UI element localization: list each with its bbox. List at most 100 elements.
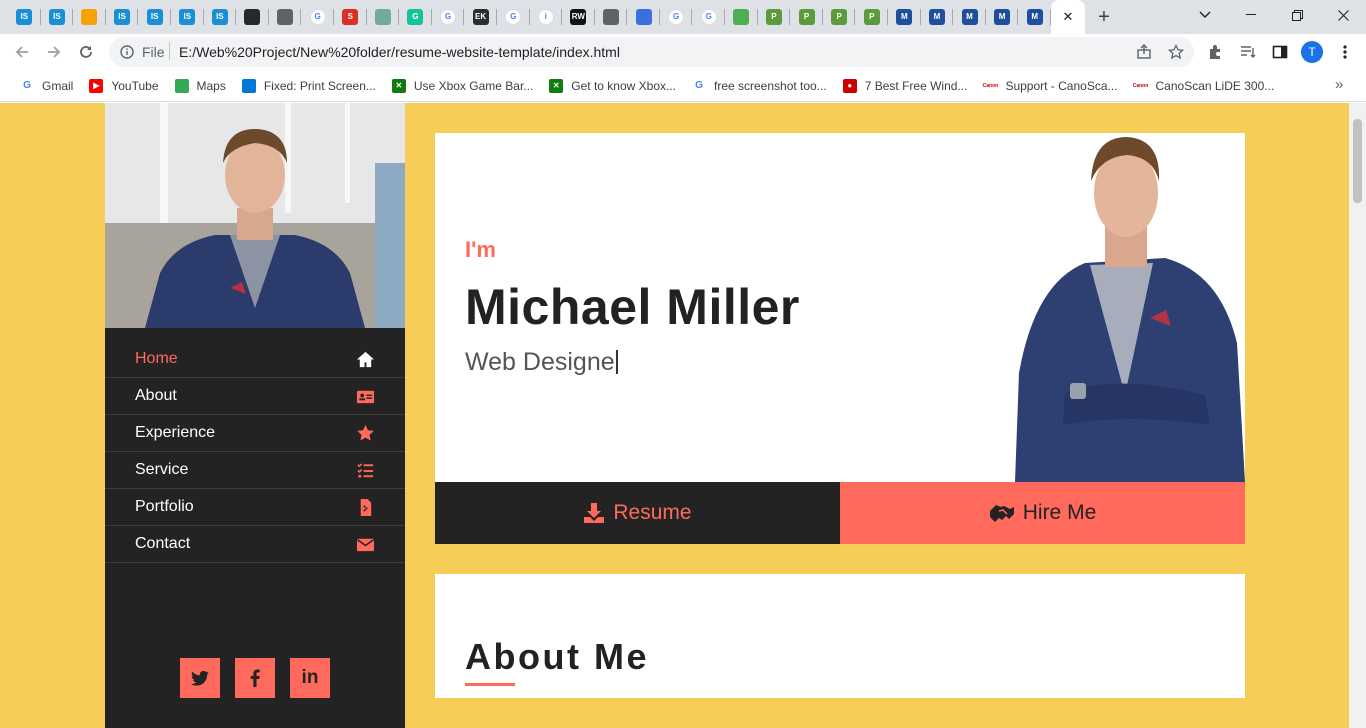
- browser-tab[interactable]: [269, 0, 302, 34]
- twitter-button[interactable]: [180, 658, 220, 698]
- bookmark-label: Maps: [196, 78, 226, 93]
- s-icon: S: [342, 9, 359, 25]
- browser-tab[interactable]: RW: [562, 0, 595, 34]
- bookmark-item[interactable]: ✕ Use Xbox Game Bar...: [384, 72, 541, 100]
- browser-tab[interactable]: [73, 0, 106, 34]
- side-panel-icon[interactable]: [1272, 44, 1288, 60]
- m-icon: M: [928, 9, 945, 25]
- facebook-button[interactable]: [235, 658, 275, 698]
- reload-button[interactable]: [71, 37, 101, 67]
- scrollbar-thumb[interactable]: [1353, 119, 1362, 203]
- browser-tab[interactable]: IS: [138, 0, 171, 34]
- file-scheme-label: File: [142, 44, 165, 60]
- browser-tab[interactable]: M: [986, 0, 1019, 34]
- browser-tab[interactable]: M: [888, 0, 921, 34]
- resume-download-button[interactable]: Resume: [435, 482, 840, 544]
- browser-tab[interactable]: M: [953, 0, 986, 34]
- p-icon: P: [863, 9, 880, 25]
- close-window-button[interactable]: [1320, 0, 1366, 30]
- bookmark-label: Gmail: [42, 78, 74, 93]
- extensions-icon[interactable]: [1207, 44, 1223, 60]
- sidebar-item-service[interactable]: Service: [105, 452, 405, 489]
- bookmark-item[interactable]: Canon CanoScan LiDE 300...: [1126, 72, 1283, 100]
- browser-tab[interactable]: i: [530, 0, 563, 34]
- browser-tab[interactable]: G: [432, 0, 465, 34]
- minimize-button[interactable]: [1228, 0, 1274, 30]
- p-icon: P: [831, 9, 848, 25]
- bookmark-item[interactable]: Fixed: Print Screen...: [234, 72, 384, 100]
- new-tab-button[interactable]: +: [1089, 2, 1119, 32]
- reading-list-icon[interactable]: [1240, 44, 1256, 60]
- forward-button[interactable]: [39, 37, 69, 67]
- browser-tab[interactable]: P: [823, 0, 856, 34]
- browser-tab[interactable]: IS: [204, 0, 237, 34]
- twitter-icon: [191, 670, 209, 686]
- windows-icon: [241, 78, 256, 93]
- maps-icon: [174, 78, 189, 93]
- hero-role-typed: Web Designe: [465, 348, 618, 377]
- bookmark-label: Support - CanoSca...: [1005, 78, 1118, 93]
- active-tab[interactable]: ✕: [1051, 0, 1085, 34]
- canon-icon: Canon: [1133, 78, 1148, 93]
- arrow-right-icon: [48, 46, 61, 58]
- bookmark-label: Fixed: Print Screen...: [263, 78, 376, 93]
- bookmark-item[interactable]: G Gmail: [12, 72, 81, 100]
- browser-tab[interactable]: IS: [8, 0, 41, 34]
- omnibox[interactable]: File E:/Web%20Project/New%20folder/resum…: [109, 37, 1194, 67]
- back-button[interactable]: [7, 37, 37, 67]
- star-icon: [356, 424, 374, 441]
- kebab-menu-icon[interactable]: [1337, 44, 1353, 60]
- browser-tab[interactable]: [367, 0, 400, 34]
- sidebar-item-about[interactable]: About: [105, 378, 405, 415]
- sidebar-item-experience[interactable]: Experience: [105, 415, 405, 452]
- sidebar-item-home[interactable]: Home: [105, 341, 405, 378]
- sidebar-item-contact[interactable]: Contact: [105, 526, 405, 563]
- bookmark-item[interactable]: Maps: [167, 72, 234, 100]
- browser-tab[interactable]: M: [921, 0, 954, 34]
- browser-tab[interactable]: IS: [106, 0, 139, 34]
- page-scrollbar[interactable]: [1349, 103, 1366, 728]
- bookmarks-overflow-icon[interactable]: »: [1335, 76, 1343, 93]
- browser-tab[interactable]: [725, 0, 758, 34]
- browser-tab[interactable]: P: [758, 0, 791, 34]
- m-icon: M: [961, 9, 978, 25]
- about-section-title: About Me: [465, 636, 649, 677]
- browser-tab[interactable]: G: [301, 0, 334, 34]
- browser-tab[interactable]: G: [692, 0, 725, 34]
- browser-tab[interactable]: G: [399, 0, 432, 34]
- google-icon: G: [668, 9, 685, 25]
- browser-tab[interactable]: [627, 0, 660, 34]
- browser-tab[interactable]: P: [855, 0, 888, 34]
- info-icon[interactable]: [120, 45, 134, 59]
- bookmark-star-icon[interactable]: [1168, 44, 1184, 60]
- browser-tab[interactable]: M: [1018, 0, 1051, 34]
- hire-me-button[interactable]: Hire Me: [840, 482, 1245, 544]
- browser-tab[interactable]: S: [334, 0, 367, 34]
- bookmark-item[interactable]: ● 7 Best Free Wind...: [835, 72, 976, 100]
- restore-button[interactable]: [1274, 0, 1320, 30]
- url-text[interactable]: E:/Web%20Project/New%20folder/resume-web…: [179, 44, 620, 60]
- share-icon[interactable]: [1136, 44, 1152, 60]
- browser-tab[interactable]: G: [497, 0, 530, 34]
- browser-tab[interactable]: IS: [171, 0, 204, 34]
- m-icon: M: [994, 9, 1011, 25]
- browser-tab[interactable]: IS: [41, 0, 74, 34]
- nav-icon-wrap: [355, 534, 375, 554]
- bookmark-item[interactable]: Gfree screenshot too...: [684, 72, 835, 100]
- browser-tab[interactable]: G: [660, 0, 693, 34]
- tab-search-button[interactable]: [1182, 0, 1228, 30]
- sidebar-item-label: Portfolio: [135, 498, 194, 515]
- browser-tab[interactable]: P: [790, 0, 823, 34]
- profile-avatar[interactable]: T: [1301, 41, 1323, 63]
- browser-tab[interactable]: [595, 0, 628, 34]
- bookmark-item[interactable]: ▶ YouTube: [81, 72, 166, 100]
- sidebar-item-portfolio[interactable]: Portfolio: [105, 489, 405, 526]
- browser-tab[interactable]: [236, 0, 269, 34]
- bookmark-item[interactable]: Canon Support - CanoSca...: [975, 72, 1125, 100]
- sidebar: Home About Experience Service Portfolio Conta…: [105, 103, 405, 728]
- close-tab-icon[interactable]: ✕: [1063, 9, 1074, 25]
- linkedin-button[interactable]: in: [290, 658, 330, 698]
- browser-tab[interactable]: EK: [464, 0, 497, 34]
- bookmark-item[interactable]: ✕ Get to know Xbox...: [541, 72, 684, 100]
- address-toolbar: File E:/Web%20Project/New%20folder/resum…: [0, 34, 1366, 70]
